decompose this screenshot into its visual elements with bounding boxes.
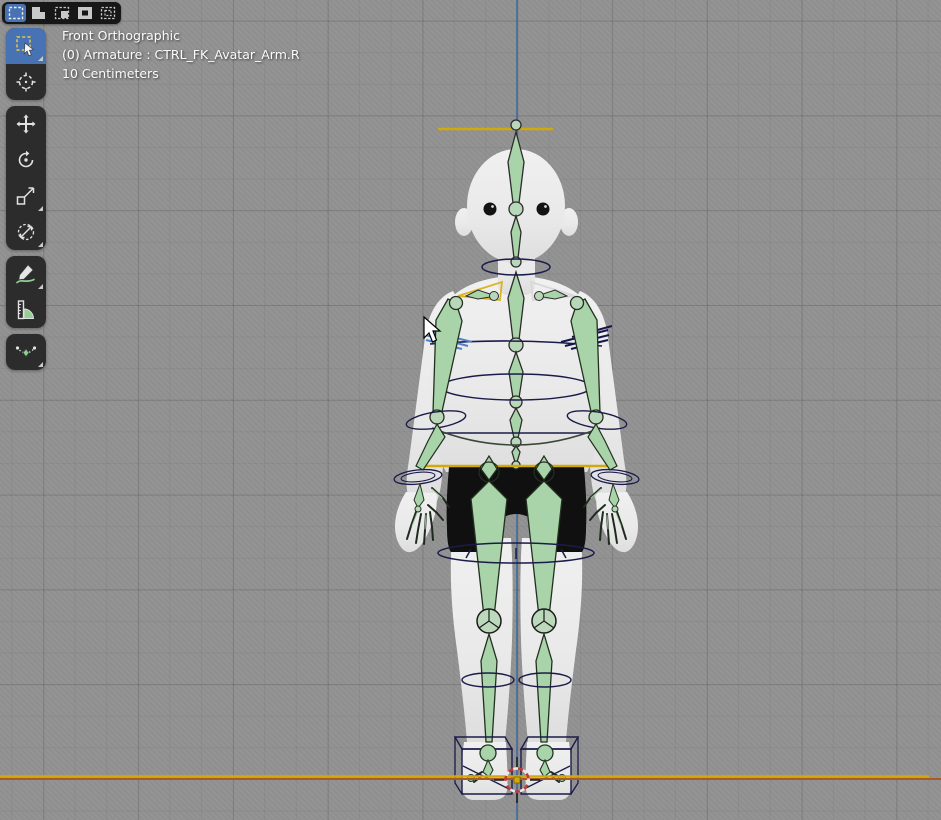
select-subtract-icon: [54, 6, 70, 20]
select-mode-subtract[interactable]: [51, 4, 72, 22]
measure-icon: [14, 298, 38, 322]
tool-pose-breakdowner[interactable]: [6, 334, 46, 370]
tool-group-select: [6, 28, 46, 100]
tool-annotate[interactable]: [6, 256, 46, 292]
move-icon: [14, 112, 38, 136]
tool-scale[interactable]: [6, 178, 46, 214]
active-object-label: (0) Armature : CTRL_FK_Avatar_Arm.R: [62, 45, 300, 64]
select-mode-set[interactable]: [5, 4, 26, 22]
tool-measure[interactable]: [6, 292, 46, 328]
joint-head-top[interactable]: [511, 120, 521, 130]
pose-breakdowner-icon: [14, 340, 38, 364]
tool-group-annotate: [6, 256, 46, 328]
transform-icon: [14, 220, 38, 244]
select-intersect-icon: [100, 6, 116, 20]
select-invert-icon: [77, 6, 93, 20]
viewport-3d[interactable]: Front Orthographic (0) Armature : CTRL_F…: [0, 0, 941, 820]
tool-cursor[interactable]: [6, 64, 46, 100]
tool-group-transform: [6, 106, 46, 250]
select-extend-icon: [31, 6, 47, 20]
tool-transform[interactable]: [6, 214, 46, 250]
view-name-label: Front Orthographic: [62, 26, 300, 45]
tool-rotate[interactable]: [6, 142, 46, 178]
select-mode-bar: [2, 2, 121, 24]
viewport-canvas[interactable]: [0, 0, 941, 820]
cursor-3d-icon: [14, 70, 38, 94]
viewport-header-text: Front Orthographic (0) Armature : CTRL_F…: [62, 26, 300, 83]
tool-shelf: [6, 28, 46, 370]
select-mode-extend[interactable]: [28, 4, 49, 22]
tool-move[interactable]: [6, 106, 46, 142]
bone-spine-chain[interactable]: [508, 132, 524, 469]
rotate-icon: [14, 148, 38, 172]
tweak-select-box-icon: [14, 34, 38, 58]
tool-group-pose: [6, 334, 46, 370]
tool-tweak-select-box[interactable]: [6, 28, 46, 64]
annotate-icon: [14, 262, 38, 286]
scale-icon: [14, 184, 38, 208]
grid-scale-label: 10 Centimeters: [62, 64, 300, 83]
select-mode-intersect[interactable]: [97, 4, 118, 22]
select-mode-invert[interactable]: [74, 4, 95, 22]
select-set-icon: [8, 6, 24, 20]
